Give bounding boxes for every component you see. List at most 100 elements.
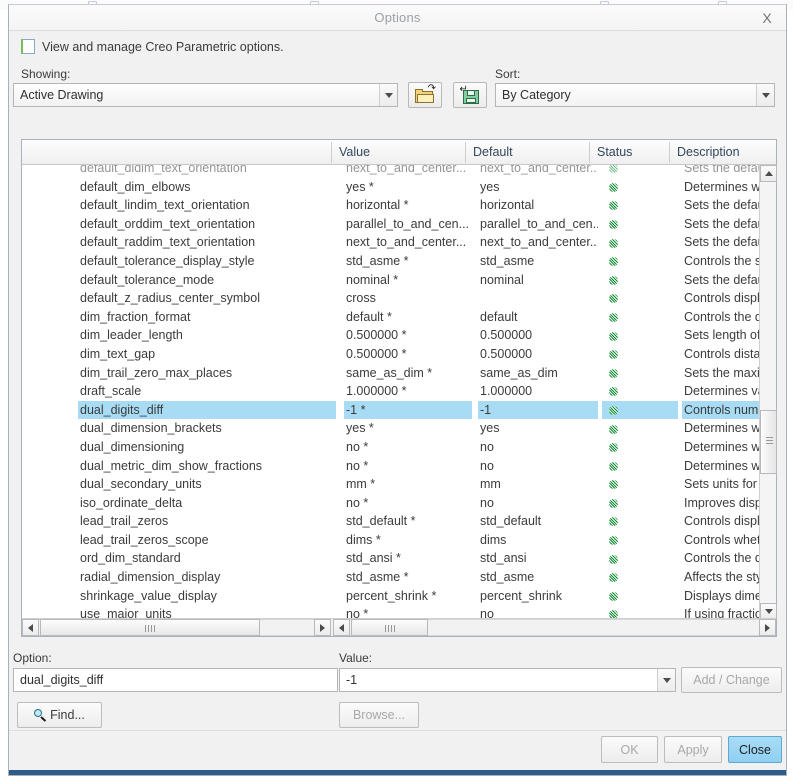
cell-option-value: mm *: [346, 477, 376, 492]
table-row[interactable]: default_orddim_text_orientation parallel_…: [22, 215, 760, 234]
name-column-hscrollbar[interactable]: [22, 619, 331, 636]
cell-option-value: cross: [346, 291, 376, 306]
column-header-default[interactable]: Default: [466, 140, 589, 165]
column-header-description[interactable]: Description: [670, 140, 775, 165]
table-row[interactable]: ord_dim_standard std_ansi * std_ansi Contro…: [22, 549, 760, 568]
apply-button[interactable]: Apply: [664, 736, 722, 763]
table-row[interactable]: dual_dimensioning no * no Determines wheth: [22, 438, 760, 457]
table-row[interactable]: default_tolerance_mode nominal * nominal Se…: [22, 271, 760, 290]
table-vertical-scrollbar[interactable]: [759, 165, 777, 620]
status-green-icon: [609, 424, 618, 434]
cell-option-value: -1 *: [344, 400, 472, 420]
horizontal-scrollbar-thumb[interactable]: [40, 619, 260, 636]
table-row[interactable]: draft_scale 1.000000 * 1.000000 Determines …: [22, 382, 760, 401]
column-header-status[interactable]: Status: [590, 140, 669, 165]
scroll-left-button[interactable]: [22, 619, 39, 636]
horizontal-scrollbar-thumb[interactable]: [351, 619, 428, 636]
cell-option-value: horizontal *: [346, 198, 409, 213]
table-row[interactable]: default_dim_elbows yes * yes Determines whe…: [22, 178, 760, 197]
table-body[interactable]: default_dldim_text_orientation next_to_an…: [22, 165, 760, 620]
scroll-right-button[interactable]: [314, 619, 331, 636]
save-config-button[interactable]: ↵: [453, 82, 487, 108]
cell-option-value: no *: [346, 458, 369, 473]
sort-dropdown[interactable]: By Category: [495, 83, 775, 107]
cell-option-value: parallel_to_and_cen...: [346, 216, 470, 231]
table-row[interactable]: dual_secondary_units mm * mm Sets units for…: [22, 475, 760, 494]
cell-description: Sets length of dim: [684, 328, 760, 343]
cell-option-name: iso_ordinate_delta: [80, 495, 183, 510]
vertical-scrollbar-thumb[interactable]: [760, 410, 777, 474]
cell-description: Displays dimensi: [684, 588, 760, 603]
chevron-down-icon[interactable]: [756, 84, 774, 106]
showing-dropdown[interactable]: Active Drawing: [13, 83, 398, 107]
table-row[interactable]: dim_text_gap 0.500000 * 0.500000 Controls d…: [22, 345, 760, 364]
cell-status: [602, 308, 678, 327]
status-green-icon: [609, 257, 618, 267]
status-green-icon: [609, 201, 618, 211]
cell-description: Sets the default t: [684, 235, 760, 250]
column-header-name[interactable]: [22, 140, 331, 165]
cell-option-name: dual_metric_dim_show_fractions: [80, 458, 263, 473]
cell-option-value: yes *: [346, 179, 374, 194]
close-button[interactable]: Close: [728, 736, 782, 763]
cell-option-name: dual_dimensioning: [80, 439, 185, 454]
cell-option-default: no: [480, 495, 494, 510]
cell-description: Sets the default t: [684, 198, 760, 213]
dialog-header: View and manage Creo Parametric options.: [21, 39, 284, 54]
table-row[interactable]: lead_trail_zeros std_default * std_default…: [22, 512, 760, 531]
table-header-row: Value Default Status Description: [22, 140, 776, 165]
add-change-button[interactable]: Add / Change: [681, 667, 782, 693]
ok-button[interactable]: OK: [601, 736, 658, 763]
table-row[interactable]: default_raddim_text_orientation next_to_a…: [22, 233, 760, 252]
cell-option-name: dim_fraction_format: [80, 309, 191, 324]
scroll-right-button[interactable]: [759, 619, 776, 636]
table-row[interactable]: dim_leader_length 0.500000 * 0.500000 Sets …: [22, 326, 760, 345]
detail-column-hscrollbar[interactable]: [333, 619, 776, 636]
table-row[interactable]: default_dldim_text_orientation next_to_an…: [22, 165, 760, 178]
cell-status: [602, 364, 678, 383]
scroll-up-button[interactable]: [760, 165, 777, 182]
close-icon[interactable]: X: [758, 9, 776, 27]
cell-status: [602, 289, 678, 308]
table-row[interactable]: iso_ordinate_delta no * no Improves display: [22, 494, 760, 513]
cell-option-value: next_to_and_center...: [346, 235, 467, 250]
cell-option-value: std_default *: [346, 514, 416, 529]
table-row[interactable]: shrinkage_value_display percent_shrink * p…: [22, 587, 760, 606]
browse-button[interactable]: Browse...: [339, 702, 419, 728]
find-button[interactable]: Find...: [17, 702, 102, 728]
status-green-icon: [609, 368, 618, 378]
table-row[interactable]: dim_trail_zero_max_places same_as_dim * sa…: [22, 364, 760, 383]
status-green-icon: [609, 591, 618, 601]
table-row[interactable]: dual_metric_dim_show_fractions no * no Dete…: [22, 457, 760, 476]
value-dropdown[interactable]: -1: [339, 668, 676, 692]
table-row[interactable]: lead_trail_zeros_scope dims * dims Controls…: [22, 531, 760, 550]
options-dialog: Options X View and manage Creo Parametri…: [8, 4, 787, 776]
option-input[interactable]: dual_digits_diff: [13, 668, 338, 692]
table-row[interactable]: radial_dimension_display std_asme * std_as…: [22, 568, 760, 587]
cell-status: [602, 531, 678, 550]
cell-description: Sets the default t: [684, 216, 760, 231]
open-config-button[interactable]: ↷: [408, 82, 442, 108]
table-row[interactable]: default_tolerance_display_style std_asme …: [22, 252, 760, 271]
scroll-left-button[interactable]: [333, 619, 350, 636]
cell-description: Improves display: [684, 495, 760, 510]
chevron-down-icon[interactable]: [379, 84, 397, 106]
sort-value: By Category: [502, 88, 571, 102]
table-row[interactable]: dual_digits_diff -1 * -1 Controls number: [22, 400, 760, 420]
table-row[interactable]: default_lindim_text_orientation horizonta…: [22, 196, 760, 215]
option-label: Option:: [13, 651, 52, 665]
cell-option-default: dims: [480, 532, 507, 547]
cell-description: Sets the default t: [684, 165, 760, 175]
table-row[interactable]: default_z_radius_center_symbol cross Contr…: [22, 289, 760, 308]
status-green-icon: [609, 219, 618, 229]
table-row[interactable]: dual_dimension_brackets yes * yes Determine…: [22, 419, 760, 438]
cell-option-value: 0.500000 *: [346, 346, 407, 361]
showing-value: Active Drawing: [20, 88, 104, 102]
cell-option-default: nominal: [480, 272, 524, 287]
cell-option-value: std_ansi *: [346, 551, 401, 566]
chevron-down-icon[interactable]: [657, 669, 675, 691]
table-horizontal-scrollbars: [22, 618, 776, 636]
cell-option-name: lead_trail_zeros: [80, 514, 169, 529]
table-row[interactable]: dim_fraction_format default * default Contr…: [22, 308, 760, 327]
column-header-value[interactable]: Value: [332, 140, 465, 165]
